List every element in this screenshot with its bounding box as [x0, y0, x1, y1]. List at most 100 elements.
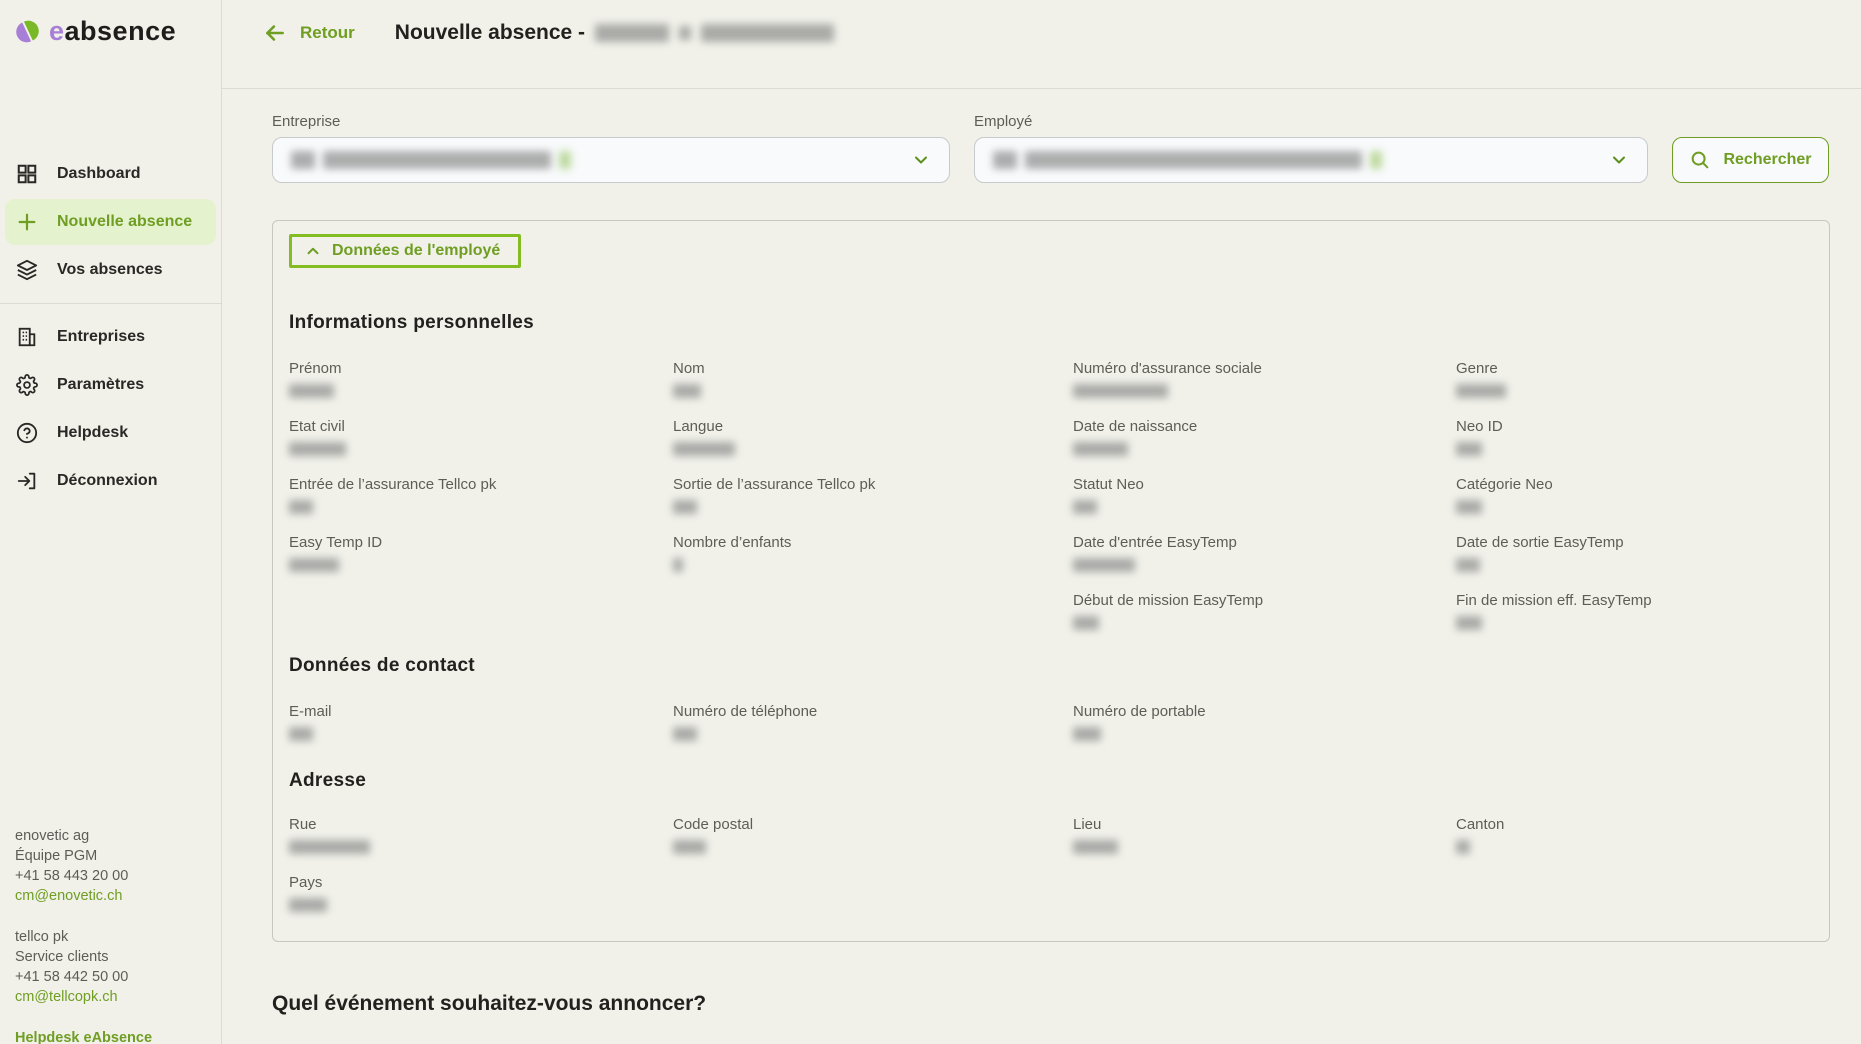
- sidebar-item-vos-absences[interactable]: Vos absences: [5, 247, 216, 293]
- org-phone: +41 58 443 20 00: [15, 866, 152, 886]
- company-field: Entreprise: [272, 113, 950, 183]
- redacted-status-dot: [559, 151, 571, 169]
- sidebar-item-deconnexion[interactable]: Déconnexion: [5, 458, 216, 504]
- redacted-value: [289, 840, 370, 854]
- field-debut-mission: Début de mission EasyTemp: [1073, 592, 1456, 630]
- employee-data-toggle[interactable]: Données de l'employé: [289, 234, 521, 268]
- field-etat-civil: Etat civil: [289, 418, 673, 456]
- dashboard-icon: [15, 163, 39, 185]
- org-email-link[interactable]: cm@tellcopk.ch: [15, 989, 118, 1005]
- redacted-value: [673, 384, 701, 398]
- contact-grid: E-mail Numéro de téléphone Numéro de por…: [289, 703, 1813, 741]
- section-title-address: Adresse: [289, 770, 1813, 792]
- redacted-value: [1073, 500, 1097, 514]
- employee-label: Employé: [974, 113, 1648, 130]
- redacted-value: [289, 727, 313, 741]
- redacted-employee-icon: [993, 151, 1017, 169]
- field-date-entree-easytemp: Date d'entrée EasyTemp: [1073, 534, 1456, 572]
- sidebar-item-helpdesk[interactable]: Helpdesk: [5, 410, 216, 456]
- event-question-heading: Quel événement souhaitez-vous annoncer?: [272, 992, 1831, 1016]
- redacted-value: [289, 442, 346, 456]
- field-prenom: Prénom: [289, 360, 673, 398]
- content: Entreprise: [222, 89, 1861, 1016]
- sidebar-item-dashboard[interactable]: Dashboard: [5, 151, 216, 197]
- logo-mark-icon: [15, 19, 40, 44]
- field-canton: Canton: [1456, 816, 1813, 854]
- logo-wordmark: eabsence: [49, 16, 176, 47]
- chevron-down-icon: [1609, 150, 1629, 170]
- empty-cell: [289, 592, 673, 630]
- field-date-naissance: Date de naissance: [1073, 418, 1456, 456]
- sidebar-item-label: Déconnexion: [57, 472, 157, 490]
- field-email: E-mail: [289, 703, 673, 741]
- layers-icon: [15, 259, 39, 281]
- employee-data-panel: Données de l'employé Informations person…: [272, 220, 1830, 942]
- sidebar-item-label: Vos absences: [57, 261, 163, 279]
- company-select[interactable]: [272, 137, 950, 183]
- redacted-status-dot: [1370, 151, 1382, 169]
- section-title-personal: Informations personnelles: [289, 312, 1813, 334]
- sidebar-item-nouvelle-absence[interactable]: Nouvelle absence: [5, 199, 216, 245]
- redacted-employee-name: [1025, 151, 1362, 169]
- logout-icon: [15, 470, 39, 492]
- redacted-value: [673, 442, 735, 456]
- employee-select[interactable]: [974, 137, 1648, 183]
- company-selected-value: [291, 151, 911, 169]
- search-button[interactable]: Rechercher: [1672, 137, 1829, 183]
- personal-grid: Prénom Nom Numéro d'assurance sociale Ge…: [289, 360, 1813, 630]
- redacted-subject-name: [595, 24, 669, 42]
- field-neo-id: Neo ID: [1456, 418, 1813, 456]
- redacted-company-icon: [291, 151, 315, 169]
- org-name: enovetic ag: [15, 826, 152, 846]
- redacted-value: [673, 840, 706, 854]
- org-team: Équipe PGM: [15, 846, 152, 866]
- address-grid: Rue Code postal Lieu Canton: [289, 816, 1813, 912]
- redacted-value: [1456, 384, 1506, 398]
- sidebar-nav: Dashboard Nouvelle absence Vos absences: [0, 151, 221, 504]
- redacted-value: [289, 558, 339, 572]
- redacted-value: [1456, 558, 1480, 572]
- sidebar-item-label: Helpdesk: [57, 424, 128, 442]
- sidebar-item-label: Paramètres: [57, 376, 144, 394]
- helpdesk-eabsence-link[interactable]: Helpdesk eAbsence: [15, 1028, 152, 1044]
- filters-row: Entreprise: [272, 113, 1831, 183]
- sidebar-item-label: Nouvelle absence: [57, 213, 192, 231]
- main-area: Retour Nouvelle absence - Entreprise: [222, 0, 1861, 1044]
- sidebar: eabsence Dashboard Nouvelle absen: [0, 0, 222, 1044]
- redacted-value: [1073, 384, 1168, 398]
- sidebar-item-label: Entreprises: [57, 328, 145, 346]
- redacted-value: [1073, 442, 1128, 456]
- empty-cell: [673, 592, 1073, 630]
- back-button[interactable]: Retour: [262, 20, 355, 46]
- employee-selected-value: [993, 151, 1609, 169]
- help-circle-icon: [15, 422, 39, 444]
- redacted-value: [1456, 840, 1470, 854]
- redacted-subject-id: [701, 24, 834, 42]
- sidebar-item-entreprises[interactable]: Entreprises: [5, 314, 216, 360]
- search-icon: [1689, 149, 1711, 171]
- app-screen: eabsence Dashboard Nouvelle absen: [0, 0, 1861, 1044]
- footer-enovetic: enovetic ag Équipe PGM +41 58 443 20 00 …: [15, 826, 152, 906]
- redacted-company-name: [323, 151, 551, 169]
- redacted-value: [673, 727, 697, 741]
- org-team: Service clients: [15, 947, 152, 967]
- field-easy-temp-id: Easy Temp ID: [289, 534, 673, 572]
- sidebar-footer: enovetic ag Équipe PGM +41 58 443 20 00 …: [15, 826, 152, 1044]
- building-icon: [15, 326, 39, 348]
- field-categorie-neo: Catégorie Neo: [1456, 476, 1813, 514]
- redacted-value: [289, 898, 327, 912]
- org-email-link[interactable]: cm@enovetic.ch: [15, 888, 122, 904]
- field-portable: Numéro de portable: [1073, 703, 1456, 741]
- redacted-separator: [679, 26, 691, 40]
- org-phone: +41 58 442 50 00: [15, 967, 152, 987]
- app-logo[interactable]: eabsence: [0, 0, 221, 47]
- sidebar-item-label: Dashboard: [57, 165, 141, 183]
- sidebar-item-parametres[interactable]: Paramètres: [5, 362, 216, 408]
- redacted-value: [1073, 616, 1099, 630]
- field-date-sortie-easytemp: Date de sortie EasyTemp: [1456, 534, 1813, 572]
- field-statut-neo: Statut Neo: [1073, 476, 1456, 514]
- field-nom: Nom: [673, 360, 1073, 398]
- field-genre: Genre: [1456, 360, 1813, 398]
- field-nombre-enfants: Nombre d’enfants: [673, 534, 1073, 572]
- field-sortie-assurance: Sortie de l’assurance Tellco pk: [673, 476, 1073, 514]
